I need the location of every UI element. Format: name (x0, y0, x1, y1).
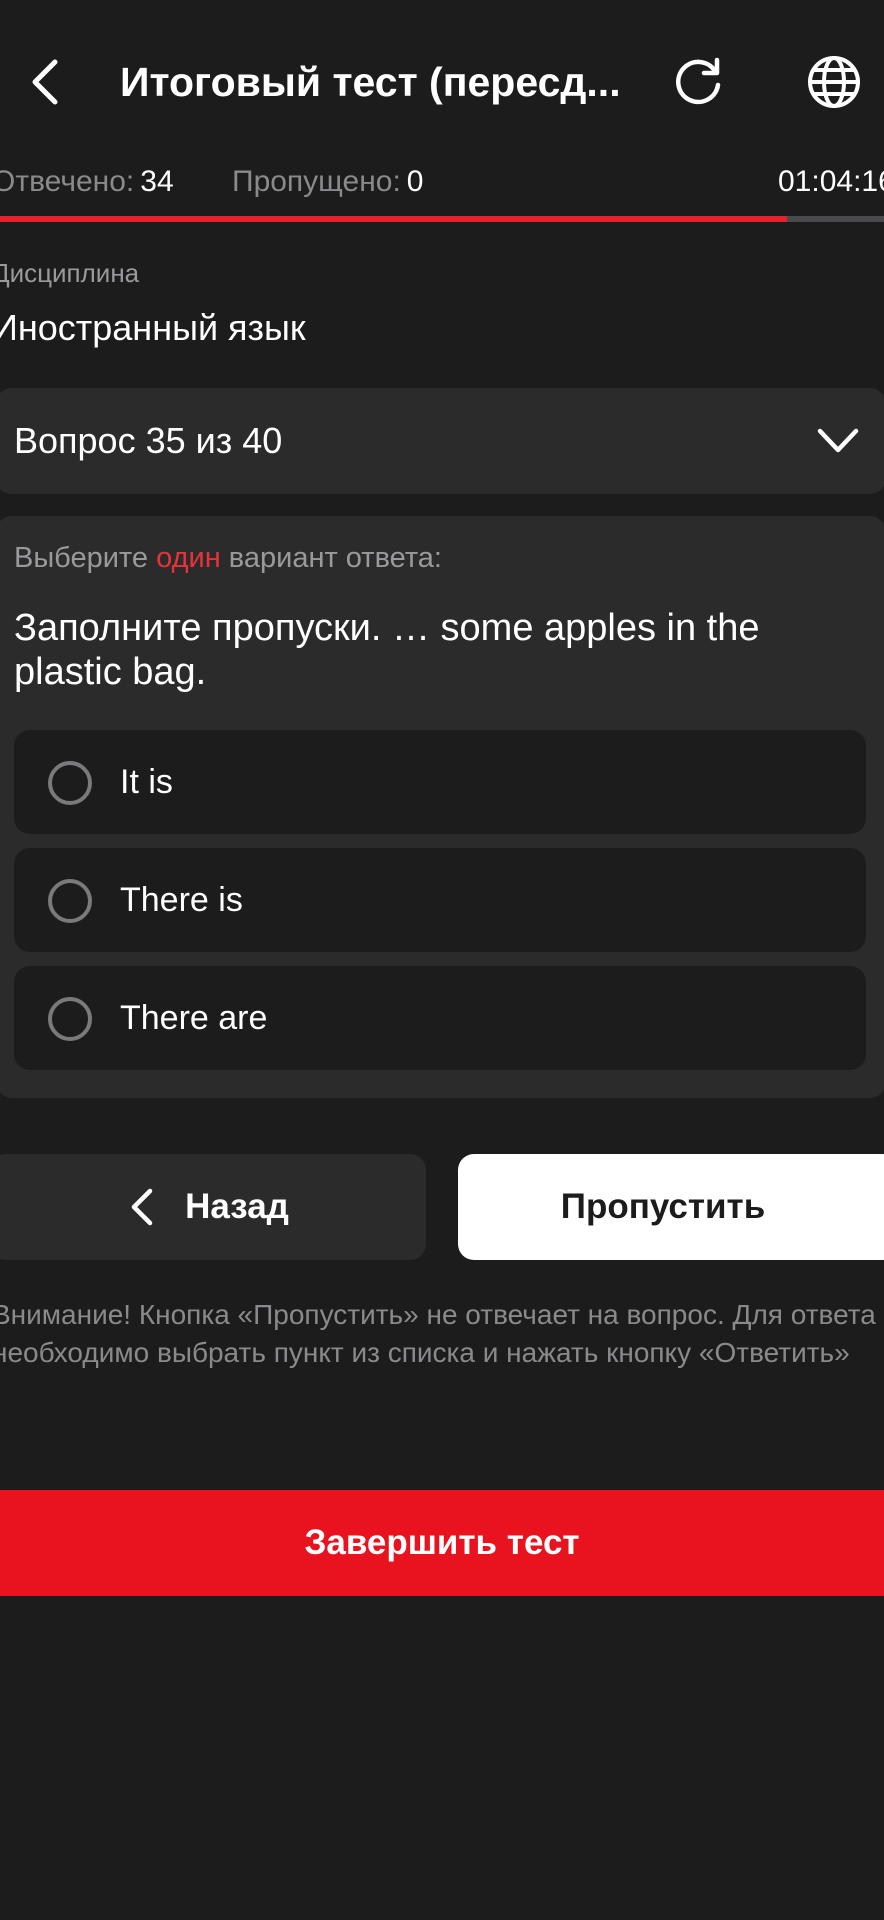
answered-label: Отвечено: (0, 165, 135, 198)
answer-option[interactable]: There is (14, 848, 866, 952)
finish-test-label: Завершить тест (304, 1523, 580, 1562)
answer-option-label: There are (120, 999, 268, 1037)
back-button-label: Назад (185, 1187, 289, 1226)
answered-count: 34 (140, 165, 174, 198)
header: Итоговый тест (пересд... (0, 0, 884, 165)
instruction-highlight: один (156, 542, 221, 574)
chevron-down-shape-icon (817, 428, 859, 453)
skip-button[interactable]: Пропустить (458, 1154, 884, 1260)
chevron-left-shape-icon (131, 1188, 153, 1226)
back-chevron-icon (32, 59, 58, 105)
radio-button[interactable] (48, 879, 92, 923)
globe-shape-icon (808, 56, 860, 108)
skipped-label: Пропущено: (232, 165, 401, 198)
skipped-count: 0 (406, 165, 424, 198)
progress-fill (0, 216, 787, 222)
answer-stats: Отвечено: 34 Пропущено: 0 (0, 160, 884, 204)
back-button[interactable]: Назад (0, 1154, 426, 1260)
question-selector[interactable]: Вопрос 35 из 40 (0, 388, 884, 494)
globe-icon[interactable] (802, 50, 866, 114)
chevron-left-icon (127, 1187, 157, 1227)
question-selector-label: Вопрос 35 из 40 (14, 420, 283, 461)
skipped-stat: Пропущено: 0 (232, 160, 423, 204)
question-text: Заполните пропуски. … some apples in the… (14, 607, 760, 693)
timer: 01:04:16 (778, 165, 884, 198)
discipline-label: Дисциплина (0, 258, 140, 288)
radio-button[interactable] (48, 761, 92, 805)
question-card: Выберите один вариант ответа: Заполните … (0, 516, 884, 1098)
answer-option[interactable]: There are (14, 966, 866, 1070)
question-instruction: Выберите один вариант ответа: (14, 538, 442, 578)
skip-button-label: Пропустить (560, 1187, 766, 1226)
refresh-arrow-icon (676, 57, 721, 105)
skip-notice: Внимание! Кнопка «Пропустить» не отвечае… (0, 1299, 876, 1368)
answered-stat: Отвечено: 34 (0, 160, 174, 204)
refresh-icon[interactable] (668, 52, 728, 112)
instruction-text-after: вариант ответа: (220, 542, 442, 574)
answer-option-label: There is (120, 881, 243, 919)
screen: Итоговый тест (пересд... Отвечено: 34 Про… (0, 0, 884, 1920)
instruction-text-before: Выберите (14, 542, 157, 574)
page-title: Итоговый тест (пересд... (120, 59, 621, 105)
answer-option-label: It is (120, 763, 173, 801)
chevron-down-icon (816, 421, 860, 461)
back-icon[interactable] (22, 50, 66, 114)
radio-button[interactable] (48, 997, 92, 1041)
discipline-value: Иностранный язык (0, 307, 306, 348)
answer-option[interactable]: It is (14, 730, 866, 834)
finish-test-button[interactable]: Завершить тест (0, 1490, 884, 1596)
progress-bar (0, 216, 884, 222)
